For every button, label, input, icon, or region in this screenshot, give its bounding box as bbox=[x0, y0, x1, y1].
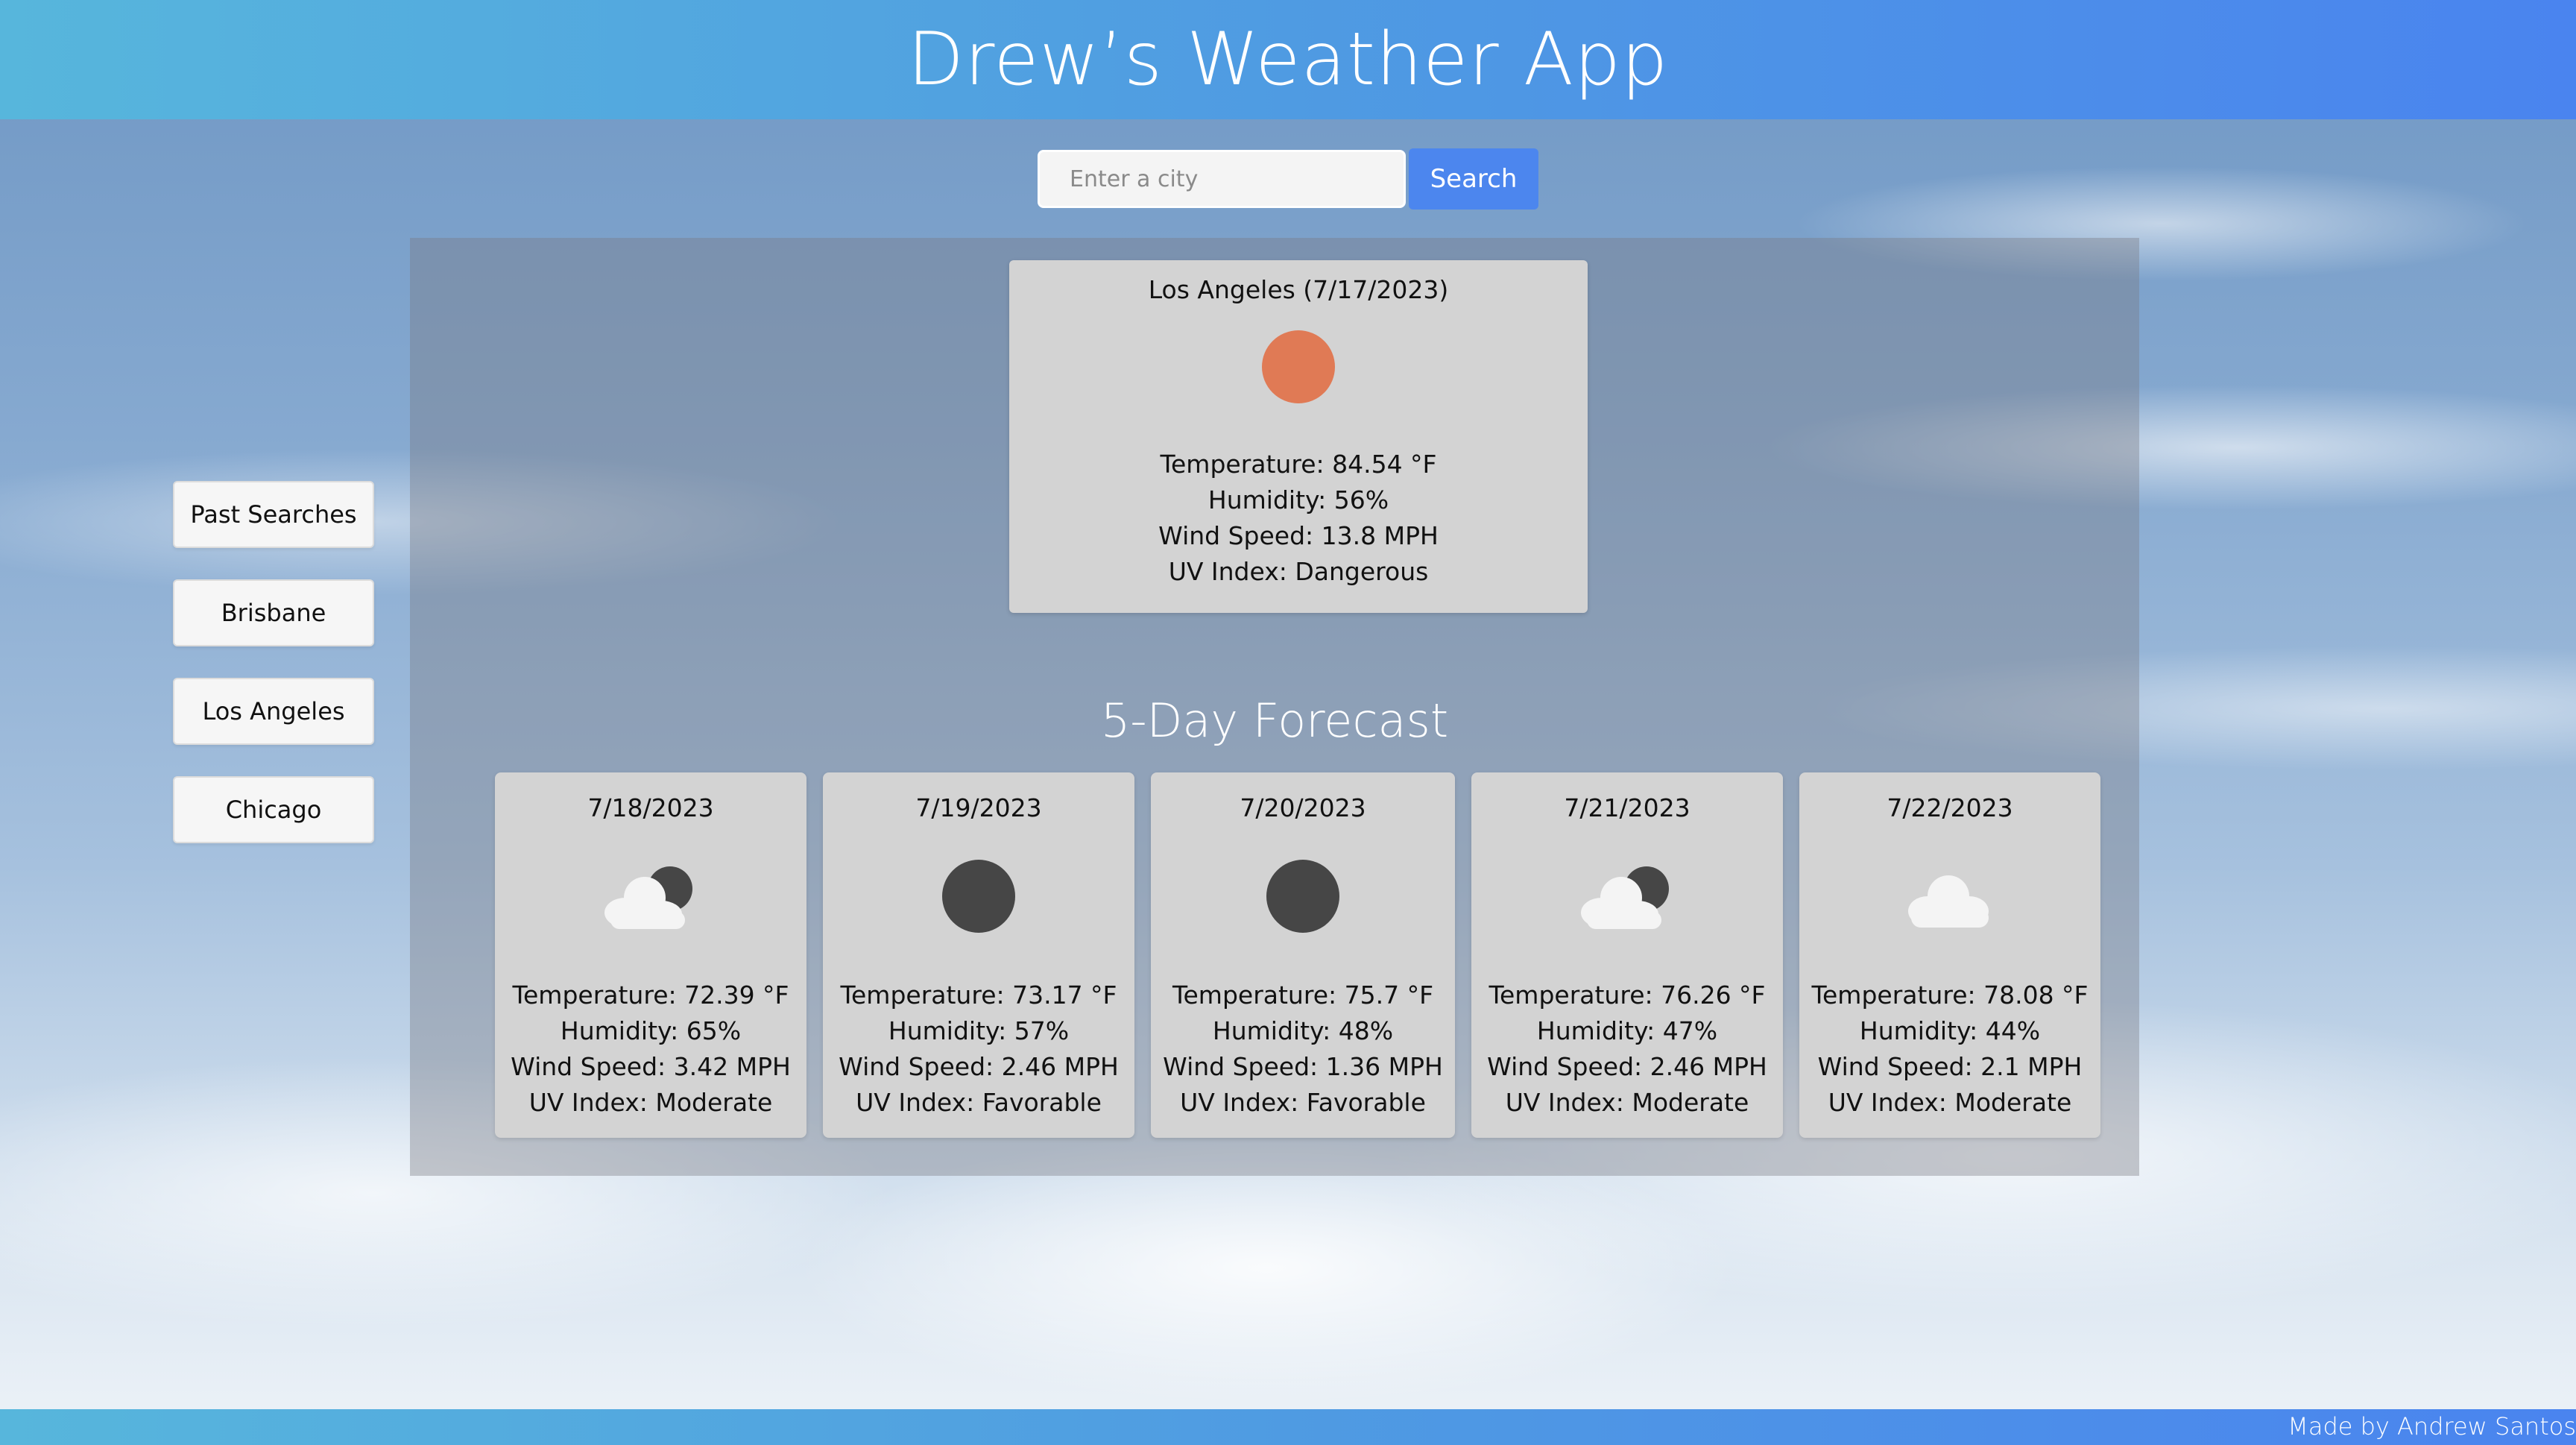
forecast-date: 7/22/2023 bbox=[1887, 793, 2013, 822]
forecast-uv-index: UV Index: Favorable bbox=[856, 1088, 1102, 1117]
forecast-card: 7/20/2023 Temperature: 75.7 °F Humidity:… bbox=[1151, 772, 1455, 1138]
forecast-temperature: Temperature: 72.39 °F bbox=[512, 980, 789, 1010]
city-search-input[interactable] bbox=[1038, 150, 1406, 208]
forecast-uv-index: UV Index: Moderate bbox=[1828, 1088, 2072, 1117]
forecast-humidity: Humidity: 48% bbox=[1212, 1016, 1394, 1045]
forecast-humidity: Humidity: 57% bbox=[888, 1016, 1070, 1045]
current-weather-card: Los Angeles (7/17/2023) Temperature: 84.… bbox=[1009, 260, 1588, 613]
past-searches-sidebar: Past Searches Brisbane Los Angeles Chica… bbox=[173, 481, 374, 843]
app-title: Drew’s Weather App bbox=[907, 17, 1669, 102]
page-footer: Made by Andrew Santos bbox=[0, 1409, 2576, 1445]
current-humidity: Humidity: 56% bbox=[1208, 485, 1389, 514]
past-searches-button[interactable]: Past Searches bbox=[173, 481, 374, 548]
forecast-stats: Temperature: 75.7 °F Humidity: 48% Wind … bbox=[1151, 978, 1455, 1121]
forecast-stats: Temperature: 72.39 °F Humidity: 65% Wind… bbox=[495, 978, 806, 1121]
forecast-wind-speed: Wind Speed: 2.46 MPH bbox=[839, 1052, 1119, 1081]
history-item-brisbane[interactable]: Brisbane bbox=[173, 579, 374, 646]
partly-cloudy-night-icon bbox=[604, 866, 692, 929]
footer-credit: Made by Andrew Santos bbox=[2288, 1412, 2576, 1441]
app-header: Drew’s Weather App bbox=[0, 0, 2576, 119]
forecast-card: 7/19/2023 Temperature: 73.17 °F Humidity… bbox=[823, 772, 1134, 1138]
partly-cloudy-night-icon bbox=[1581, 866, 1669, 929]
forecast-date: 7/19/2023 bbox=[915, 793, 1042, 822]
forecast-card: 7/18/2023 Temperature: 72.39 °F Humidity… bbox=[495, 772, 806, 1138]
weather-panel: Los Angeles (7/17/2023) Temperature: 84.… bbox=[410, 238, 2139, 1176]
forecast-date: 7/21/2023 bbox=[1564, 793, 1690, 822]
forecast-wind-speed: Wind Speed: 1.36 MPH bbox=[1163, 1052, 1443, 1081]
forecast-date: 7/18/2023 bbox=[587, 793, 714, 822]
clear-night-icon bbox=[1266, 860, 1339, 933]
current-city-heading: Los Angeles (7/17/2023) bbox=[1148, 275, 1449, 304]
forecast-temperature: Temperature: 78.08 °F bbox=[1811, 980, 2089, 1010]
search-button[interactable]: Search bbox=[1409, 148, 1538, 210]
forecast-humidity: Humidity: 65% bbox=[560, 1016, 742, 1045]
search-bar: Search bbox=[1038, 148, 1538, 210]
forecast-uv-index: UV Index: Moderate bbox=[1505, 1088, 1749, 1117]
history-item-los-angeles[interactable]: Los Angeles bbox=[173, 678, 374, 745]
forecast-wind-speed: Wind Speed: 3.42 MPH bbox=[511, 1052, 791, 1081]
forecast-stats: Temperature: 76.26 °F Humidity: 47% Wind… bbox=[1471, 978, 1783, 1121]
current-temperature: Temperature: 84.54 °F bbox=[1160, 450, 1437, 479]
forecast-card: 7/21/2023 Temperature: 76.26 °F Humidity… bbox=[1471, 772, 1783, 1138]
cloud-icon bbox=[1908, 875, 1989, 928]
forecast-title: 5-Day Forecast bbox=[1100, 693, 1449, 749]
forecast-card: 7/22/2023 Temperature: 78.08 °F Humidity… bbox=[1799, 772, 2100, 1138]
current-uv-index: UV Index: Dangerous bbox=[1168, 557, 1429, 586]
current-wind-speed: Wind Speed: 13.8 MPH bbox=[1158, 521, 1439, 550]
forecast-temperature: Temperature: 73.17 °F bbox=[840, 980, 1117, 1010]
forecast-wind-speed: Wind Speed: 2.46 MPH bbox=[1487, 1052, 1767, 1081]
forecast-humidity: Humidity: 47% bbox=[1536, 1016, 1718, 1045]
clear-night-icon bbox=[942, 860, 1015, 933]
current-stats: Temperature: 84.54 °F Humidity: 56% Wind… bbox=[1009, 447, 1588, 590]
forecast-stats: Temperature: 78.08 °F Humidity: 44% Wind… bbox=[1799, 978, 2100, 1121]
forecast-wind-speed: Wind Speed: 2.1 MPH bbox=[1817, 1052, 2083, 1081]
forecast-uv-index: UV Index: Favorable bbox=[1180, 1088, 1426, 1117]
clear-day-sun-icon bbox=[1262, 330, 1335, 403]
forecast-uv-index: UV Index: Moderate bbox=[528, 1088, 773, 1117]
forecast-temperature: Temperature: 76.26 °F bbox=[1489, 980, 1766, 1010]
forecast-date: 7/20/2023 bbox=[1240, 793, 1366, 822]
forecast-stats: Temperature: 73.17 °F Humidity: 57% Wind… bbox=[823, 978, 1134, 1121]
forecast-humidity: Humidity: 44% bbox=[1859, 1016, 2041, 1045]
history-item-chicago[interactable]: Chicago bbox=[173, 776, 374, 843]
forecast-temperature: Temperature: 75.7 °F bbox=[1172, 980, 1434, 1010]
